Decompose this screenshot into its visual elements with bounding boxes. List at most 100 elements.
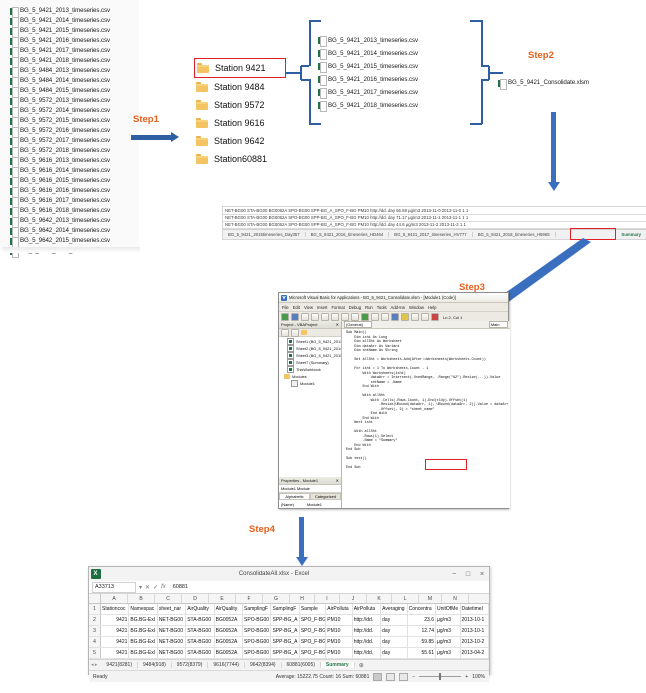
row-header[interactable]: 5 bbox=[89, 648, 101, 658]
table-cell[interactable]: SPO-BG00 bbox=[243, 637, 272, 647]
table-cell[interactable]: µg/m3 bbox=[436, 637, 461, 647]
close-icon[interactable]: ✕ bbox=[336, 478, 339, 483]
table-cell[interactable]: NET-BG00 bbox=[158, 648, 187, 658]
table-cell[interactable]: SPO_F-BG bbox=[300, 615, 327, 625]
close-icon[interactable]: ✕ bbox=[336, 322, 339, 327]
column-header[interactable]: L bbox=[392, 594, 419, 603]
file-list-item[interactable]: BG_5_9616_2016_timeseries.csv bbox=[10, 186, 139, 198]
project-tree-node[interactable]: Sheet1 (BG_5_9421_2013...) bbox=[279, 338, 341, 345]
view-page-layout-icon[interactable] bbox=[386, 672, 396, 681]
vba-code-pane[interactable]: (General) Main Sub Main() Dim isht As Lo… bbox=[342, 321, 511, 508]
vba-menu-item[interactable]: Tools bbox=[377, 305, 387, 310]
sheet-tab[interactable]: 9642(8394) bbox=[245, 662, 282, 668]
toggle-folders-icon[interactable] bbox=[301, 330, 307, 335]
file-list-item[interactable]: BG_5_9572_2016_timeseries.csv bbox=[10, 126, 139, 138]
sheet-tab[interactable]: 60881(6005) bbox=[282, 662, 321, 668]
table-cell[interactable]: AirQuality bbox=[186, 604, 215, 614]
table-cell[interactable]: day bbox=[381, 626, 408, 636]
chevron-down-icon[interactable]: ▾ bbox=[139, 584, 142, 591]
table-cell[interactable]: BG0052A bbox=[215, 637, 244, 647]
table-cell[interactable]: Sample bbox=[300, 604, 327, 614]
table-cell[interactable]: BG.BG-ExI bbox=[129, 626, 158, 636]
file-list-item[interactable]: BG_5_9572_2014_timeseries.csv bbox=[10, 106, 139, 118]
file-list-item[interactable]: BG_5_9642_2013_timeseries.csv bbox=[10, 216, 139, 228]
project-tree-node[interactable]: Module1 bbox=[279, 380, 341, 387]
toolbar-icon-object-browser[interactable] bbox=[421, 313, 429, 321]
table-cell[interactable]: BG.BG-ExI bbox=[129, 615, 158, 625]
column-header[interactable]: N bbox=[442, 594, 469, 603]
table-cell[interactable]: STA-BG00 bbox=[186, 648, 215, 658]
table-cell[interactable]: Stationcoc bbox=[101, 604, 130, 614]
formula-bar[interactable]: A33713 ▾ ✕ ✓ fx 60881 bbox=[89, 581, 489, 594]
formula-input[interactable]: 60881 bbox=[169, 584, 188, 590]
vba-menu-item[interactable]: Run bbox=[365, 305, 373, 310]
sheet-tab[interactable]: BG_5_9421_2016_timeseries_HD464 bbox=[306, 232, 390, 237]
table-cell[interactable]: http://dd. bbox=[353, 648, 382, 658]
vba-menu-bar[interactable]: File Edit View Insert Format Debug Run Tools Add… bbox=[279, 303, 508, 312]
table-cell[interactable]: STA-BG00 bbox=[186, 615, 215, 625]
zoom-level-label[interactable]: 100% bbox=[472, 674, 485, 680]
table-cell[interactable]: 2013-10-1 bbox=[461, 626, 489, 636]
vba-menu-item[interactable]: File bbox=[282, 305, 289, 310]
toolbar-icon-find[interactable] bbox=[331, 313, 339, 321]
file-list-item[interactable]: BG_5_9421_2016_timeseries.csv bbox=[318, 73, 468, 86]
table-cell[interactable]: 9421 bbox=[101, 615, 130, 625]
file-list-item[interactable]: BG_5_9616_2017_timeseries.csv bbox=[10, 196, 139, 208]
table-cell[interactable]: PM10 bbox=[326, 637, 353, 647]
spreadsheet-grid[interactable]: 1 Stationcoc Namespac sheet_nar AirQuality Ai… bbox=[89, 604, 489, 659]
vba-left-docks[interactable]: Project - VBAProject ✕ Sheet1 (BG_5_9421… bbox=[279, 321, 342, 508]
table-cell[interactable]: SPP-BG_A bbox=[271, 615, 300, 625]
name-box[interactable]: A33713 bbox=[92, 581, 136, 593]
toolbar-icon-properties[interactable] bbox=[411, 313, 419, 321]
zoom-slider[interactable] bbox=[419, 673, 462, 680]
row-header[interactable]: 4 bbox=[89, 637, 101, 647]
toolbar-icon-toolbox[interactable] bbox=[431, 313, 439, 321]
sheet-nav-arrows[interactable]: ◂ ▸ bbox=[91, 662, 97, 668]
table-cell[interactable]: STA-BG00 bbox=[186, 626, 215, 636]
project-panel-toolbar[interactable] bbox=[279, 328, 341, 337]
column-header[interactable]: E bbox=[209, 594, 236, 603]
table-row[interactable]: 4 9421 BG.BG-ExI NET-BG00 STA-BG00 BG0052A SPO… bbox=[89, 637, 489, 648]
table-cell[interactable]: http://dd. bbox=[353, 637, 382, 647]
file-list-item[interactable]: BG_5_9421_2013_timeseries.csv bbox=[10, 6, 139, 18]
toolbar-icon-design-mode[interactable] bbox=[391, 313, 399, 321]
sheet-tab[interactable]: 9484(918) bbox=[138, 662, 172, 668]
file-list-item[interactable]: BG_5_9642_2015_timeseries.csv bbox=[10, 236, 139, 248]
table-cell[interactable]: 2013-10-2 bbox=[461, 637, 489, 647]
view-normal-icon[interactable] bbox=[373, 672, 383, 681]
table-cell[interactable]: 55.61 bbox=[408, 648, 437, 658]
table-row[interactable]: 5 9421 BG.BG-ExI NET-BG00 STA-BG00 BG0052A SPO… bbox=[89, 648, 489, 659]
table-cell[interactable]: 9421 bbox=[101, 648, 130, 658]
toolbar-icon-project[interactable] bbox=[281, 313, 289, 321]
table-cell[interactable]: NET-BG00 bbox=[158, 626, 187, 636]
tab-alphabetic[interactable]: Alphabetic bbox=[279, 493, 310, 500]
table-cell[interactable]: Namespac bbox=[129, 604, 158, 614]
sheet-tab[interactable]: 9421(8281) bbox=[101, 662, 138, 668]
project-tree-node[interactable]: ThisWorkbook bbox=[279, 366, 341, 373]
station-folder-item[interactable]: Station60881 bbox=[196, 150, 306, 168]
vba-menu-item[interactable]: Help bbox=[428, 305, 437, 310]
table-cell[interactable]: SPO-BG00 bbox=[243, 626, 272, 636]
column-header[interactable]: M bbox=[419, 594, 442, 603]
vba-menu-item[interactable]: Insert bbox=[317, 305, 327, 310]
table-cell[interactable]: SPP-BG_A bbox=[271, 626, 300, 636]
table-cell[interactable]: BG0052A bbox=[215, 615, 244, 625]
vba-menu-item[interactable]: Add-Ins bbox=[391, 305, 405, 310]
project-tree-node[interactable]: Sheet3 (BG_5_9421_2015...) bbox=[279, 352, 341, 359]
table-cell[interactable]: NET-BG00 bbox=[158, 615, 187, 625]
vba-editor-window[interactable]: Microsoft Visual Basic for Applications … bbox=[278, 292, 511, 509]
column-header[interactable]: B bbox=[128, 594, 155, 603]
table-cell[interactable]: 12.74 bbox=[408, 626, 437, 636]
code-object-dropdown[interactable]: (General) bbox=[344, 321, 372, 328]
file-list-item[interactable]: BG_5_9421_2014_timeseries.csv bbox=[318, 47, 468, 60]
project-tree[interactable]: Sheet1 (BG_5_9421_2013...) Sheet2 (BG_5_9… bbox=[279, 337, 341, 477]
toolbar-icon-run[interactable] bbox=[361, 313, 369, 321]
table-cell[interactable]: DatetimeI bbox=[461, 604, 489, 614]
table-cell[interactable]: 59.85 bbox=[408, 637, 437, 647]
sheet-tab[interactable]: 9616(7744) bbox=[208, 662, 245, 668]
station-file-list[interactable]: BG_5_9421_2013_timeseries.csv BG_5_9421_2… bbox=[318, 34, 468, 112]
sheet-tab[interactable]: BG_5_9421_2015timeseries_Day357 bbox=[223, 232, 306, 237]
table-cell[interactable]: BG.BG-ExI bbox=[129, 637, 158, 647]
table-cell[interactable]: PM10 bbox=[326, 615, 353, 625]
file-list-item[interactable]: BG_5_9572_2017_timeseries.csv bbox=[10, 136, 139, 148]
